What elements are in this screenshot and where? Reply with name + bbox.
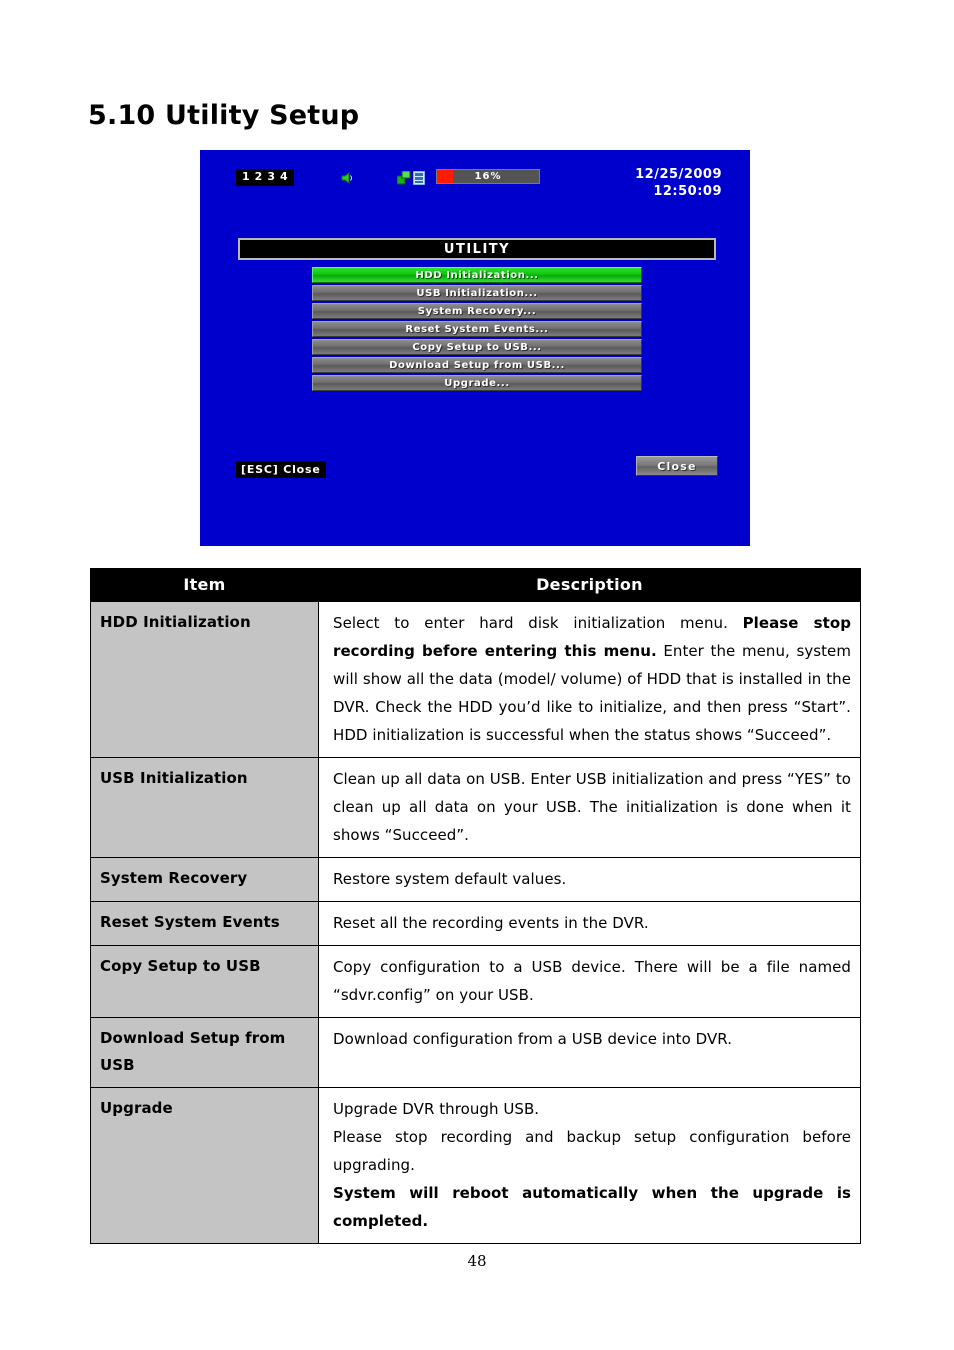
dvr-screenshot-figure: 1 2 3 4 16% 12/25/2009 12:50:09 UTILITY …: [200, 150, 750, 546]
film-icon: [412, 170, 426, 186]
progress-label: 16%: [474, 171, 502, 182]
channel-indicator-2: 2: [254, 170, 263, 183]
table-row: HDD Initialization Select to enter hard …: [90, 601, 861, 758]
date-text: 12/25/2009: [635, 167, 722, 182]
menu-item-usb-initialization[interactable]: USB Initialization...: [312, 285, 642, 301]
table-header-row: Item Description: [90, 568, 861, 602]
channel-indicators: 1 2 3 4: [236, 169, 294, 186]
channel-indicator-1: 1: [242, 170, 250, 183]
row-item-label: Download Setup from USB: [90, 1017, 319, 1088]
table-row: Reset System Events Reset all the record…: [90, 901, 861, 946]
row-description: Restore system default values.: [318, 857, 861, 902]
row-description: Reset all the recording events in the DV…: [318, 901, 861, 946]
channel-indicator-4: 4: [279, 170, 288, 183]
dvr-dialog-title-text: UTILITY: [443, 241, 511, 257]
menu-item-reset-system-events[interactable]: Reset System Events...: [312, 321, 642, 337]
menu-item-label: Download Setup from USB...: [389, 359, 565, 371]
row-description: Select to enter hard disk initialization…: [318, 601, 861, 758]
menu-item-hdd-initialization[interactable]: HDD Initialization...: [312, 267, 642, 283]
close-button[interactable]: Close: [636, 456, 718, 476]
page-title: 5.10 Utility Setup: [88, 100, 360, 131]
row-description: Clean up all data on USB. Enter USB init…: [318, 757, 861, 858]
table-row: Copy Setup to USB Copy configuration to …: [90, 945, 861, 1018]
column-header-item: Item: [90, 568, 319, 602]
row-item-label: USB Initialization: [90, 757, 319, 858]
table-row: System Recovery Restore system default v…: [90, 857, 861, 902]
network-icon: [396, 170, 411, 185]
dvr-status-bar: 1 2 3 4 16% 12/25/2009 12:50:09: [200, 150, 750, 212]
menu-item-label: System Recovery...: [417, 305, 537, 317]
page-number: 48: [467, 1252, 487, 1270]
row-description: Copy configuration to a USB device. Ther…: [318, 945, 861, 1018]
row-item-label: Copy Setup to USB: [90, 945, 319, 1018]
table-row: Upgrade Upgrade DVR through USB. Please s…: [90, 1087, 861, 1244]
menu-item-label: HDD Initialization...: [415, 269, 539, 281]
row-description: Upgrade DVR through USB. Please stop reco…: [318, 1087, 861, 1244]
table-row: Download Setup from USB Download configu…: [90, 1017, 861, 1088]
row-item-label: HDD Initialization: [90, 601, 319, 758]
utility-menu-list: HDD Initialization... USB Initialization…: [312, 267, 642, 393]
time-text: 12:50:09: [653, 184, 722, 199]
table-body: HDD Initialization Select to enter hard …: [90, 601, 861, 1244]
close-button-label: Close: [657, 459, 697, 473]
menu-item-upgrade[interactable]: Upgrade...: [312, 375, 642, 391]
channel-indicator-3: 3: [267, 170, 275, 183]
row-item-label: Upgrade: [90, 1087, 319, 1244]
menu-item-label: Copy Setup to USB...: [412, 341, 542, 353]
dvr-dialog-title: UTILITY: [238, 238, 716, 260]
row-description: Download configuration from a USB device…: [318, 1017, 861, 1088]
column-header-description: Description: [318, 568, 861, 602]
utility-description-table: Item Description HDD Initialization Sele…: [90, 568, 861, 1244]
hdd-usage-progress-bar: 16%: [436, 169, 540, 184]
menu-item-download-setup-from-usb[interactable]: Download Setup from USB...: [312, 357, 642, 373]
menu-item-label: Upgrade...: [444, 377, 510, 389]
menu-item-label: Reset System Events...: [405, 323, 549, 335]
speaker-icon: [340, 170, 355, 184]
menu-item-label: USB Initialization...: [416, 287, 538, 299]
menu-item-system-recovery[interactable]: System Recovery...: [312, 303, 642, 319]
esc-close-hint: [ESC] Close: [236, 461, 326, 478]
table-row: USB Initialization Clean up all data on …: [90, 757, 861, 858]
row-item-label: Reset System Events: [90, 901, 319, 946]
menu-item-copy-setup-to-usb[interactable]: Copy Setup to USB...: [312, 339, 642, 355]
row-item-label: System Recovery: [90, 857, 319, 902]
datetime-display: 12/25/2009 12:50:09: [635, 166, 722, 200]
